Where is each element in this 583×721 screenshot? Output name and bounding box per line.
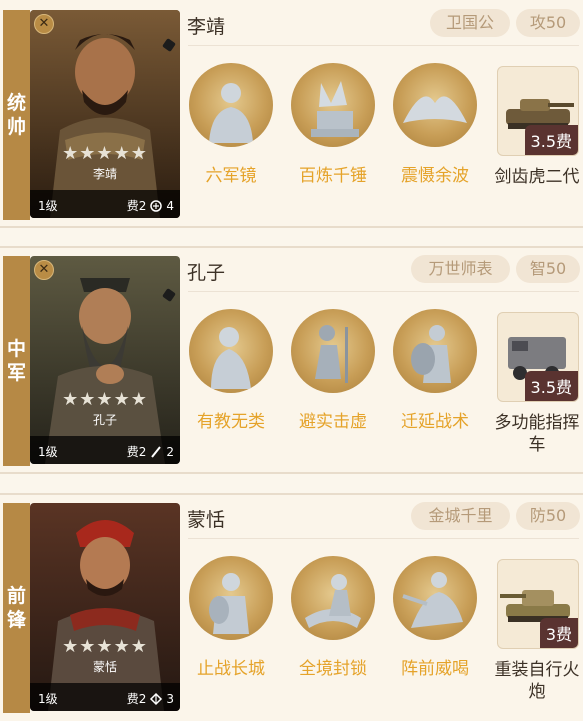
general-card: 中军 ✕ ★★★★★ 孔子 1级 费2 2 孔子 万世师表 智50 有教无类 避… [0, 246, 583, 474]
skill-name: 有教无类 [197, 412, 265, 432]
divider [0, 472, 583, 474]
portrait-info-bar: 1级 费2 2 [30, 436, 180, 464]
portrait-art [30, 256, 180, 464]
skill-slot[interactable]: 迁延战术 [388, 309, 482, 432]
portrait-art [30, 503, 180, 711]
vehicle-name: 多功能指挥车 [494, 413, 580, 455]
level-label: 1级 [38, 445, 58, 459]
skill-icon [393, 63, 477, 147]
close-icon[interactable]: ✕ [34, 260, 54, 280]
skill-slot[interactable]: 止战长城 [184, 556, 278, 679]
unit-count: 4 [166, 198, 174, 213]
vehicle-name: 剑齿虎二代 [494, 167, 580, 187]
vehicle-slot[interactable]: 3费 [497, 559, 579, 649]
title-tag: 万世师表 [411, 255, 510, 283]
general-card: 统帅 ✕ ★★★★★ 李靖 1级 费2 4 李靖 卫国公 攻50 六军镜 百炼千… [0, 0, 583, 228]
skill-name: 百炼千锤 [299, 166, 367, 186]
portrait-info-bar: 1级 费2 4 [30, 190, 180, 218]
general-name: 蒙恬 [187, 509, 226, 531]
general-portrait[interactable]: ✕ ★★★★★ 孔子 1级 费2 2 [30, 256, 180, 464]
skill-name: 全境封锁 [299, 659, 367, 679]
unit-count: 3 [166, 691, 174, 706]
skill-slot[interactable]: 阵前威喝 [388, 556, 482, 679]
portrait-art [30, 10, 180, 218]
vehicle-name: 重装自行火炮 [494, 660, 580, 702]
skill-icon [393, 309, 477, 393]
portrait-info-bar: 1级 费2 3 [30, 683, 180, 711]
unit-icon [150, 199, 163, 212]
divider [0, 226, 583, 228]
skill-slot[interactable]: 避实击虚 [286, 309, 380, 432]
divider [0, 246, 583, 248]
skill-icon [189, 63, 273, 147]
stat-tag: 攻50 [516, 9, 580, 37]
skill-name: 六军镜 [205, 166, 257, 186]
skill-name: 避实击虚 [299, 412, 367, 432]
cost-label: 费2 [126, 445, 147, 459]
title-tag: 金城千里 [411, 502, 510, 530]
cost-label: 费2 [126, 692, 147, 706]
level-label: 1级 [38, 692, 58, 706]
skill-name: 止战长城 [197, 659, 265, 679]
stat-tag: 防50 [516, 502, 580, 530]
skill-icon [291, 63, 375, 147]
cost-info: 费2 2 [127, 443, 174, 460]
star-rating: ★★★★★ [62, 389, 148, 410]
unit-icon [150, 692, 163, 705]
role-label: 前锋 [3, 503, 30, 713]
vehicle-slot[interactable]: 3.5费 [497, 312, 579, 402]
close-icon[interactable]: ✕ [34, 14, 54, 34]
divider [188, 45, 579, 46]
cost-info: 费2 4 [127, 197, 174, 214]
portrait-name: 李靖 [92, 167, 117, 181]
title-tag: 卫国公 [430, 9, 510, 37]
skill-icon [189, 309, 273, 393]
role-label: 统帅 [3, 10, 30, 220]
skill-icon [291, 556, 375, 640]
cost-label: 费2 [126, 199, 147, 213]
general-name: 孔子 [187, 262, 226, 284]
stat-tag: 智50 [516, 255, 580, 283]
level-label: 1级 [38, 199, 58, 213]
general-portrait[interactable]: ★★★★★ 蒙恬 1级 费2 3 [30, 503, 180, 711]
unit-count: 2 [166, 444, 174, 459]
skill-slot[interactable]: 六军镜 [184, 63, 278, 186]
skill-name: 阵前威喝 [401, 659, 469, 679]
skill-slot[interactable]: 百炼千锤 [286, 63, 380, 186]
role-label: 中军 [3, 256, 30, 466]
vehicle-fee: 3.5费 [524, 371, 578, 401]
skill-slot[interactable]: 有教无类 [184, 309, 278, 432]
vehicle-slot[interactable]: 3.5费 [497, 66, 579, 156]
divider [188, 291, 579, 292]
skill-name: 迁延战术 [401, 412, 469, 432]
cost-info: 费2 3 [127, 690, 174, 707]
skill-icon [393, 556, 477, 640]
portrait-name: 孔子 [92, 413, 117, 427]
divider [0, 493, 583, 495]
unit-icon [151, 445, 162, 458]
vehicle-fee: 3.5费 [524, 125, 578, 155]
skill-icon [189, 556, 273, 640]
portrait-name: 蒙恬 [92, 660, 117, 674]
divider [188, 538, 579, 539]
general-name: 李靖 [187, 16, 226, 38]
general-card: 前锋 ★★★★★ 蒙恬 1级 费2 3 蒙恬 金城千里 防50 止战长城 全境封… [0, 493, 583, 721]
general-portrait[interactable]: ✕ ★★★★★ 李靖 1级 费2 4 [30, 10, 180, 218]
star-rating: ★★★★★ [62, 143, 148, 164]
vehicle-fee: 3费 [539, 618, 578, 648]
skill-name: 震慑余波 [401, 166, 469, 186]
skill-slot[interactable]: 震慑余波 [388, 63, 482, 186]
skill-icon [291, 309, 375, 393]
star-rating: ★★★★★ [62, 636, 148, 657]
skill-slot[interactable]: 全境封锁 [286, 556, 380, 679]
